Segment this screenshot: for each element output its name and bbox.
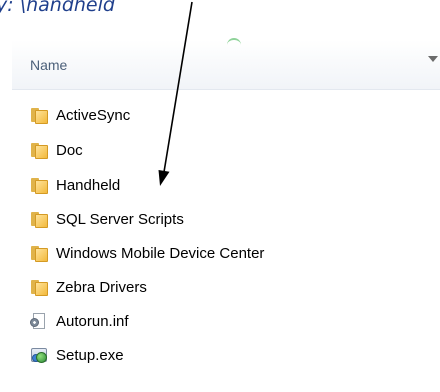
item-label: Doc [56,141,83,159]
list-item-zebra-drivers[interactable]: Zebra Drivers [30,274,430,300]
item-label: Windows Mobile Device Center [56,244,265,262]
item-label: Autorun.inf [56,312,129,330]
file-explorer-pane: Name ActiveSync Doc Handheld SQL Server … [12,38,440,392]
instruction-caption: y: \handheld [0,0,115,16]
folder-icon [30,177,48,194]
item-label: ActiveSync [56,106,131,124]
folder-icon [30,279,48,296]
sort-dropdown-icon[interactable] [428,56,438,62]
list-item-activesync[interactable]: ActiveSync [30,102,430,128]
header-divider-mark [227,38,241,46]
list-item-setup-exe[interactable]: Setup.exe [30,342,430,368]
folder-icon [30,142,48,159]
name-column-header[interactable]: Name [30,57,67,73]
list-item-handheld[interactable]: Handheld [30,172,430,198]
item-label: Handheld [56,176,121,194]
installer-icon [30,346,48,364]
item-label: SQL Server Scripts [56,210,184,228]
item-label: Setup.exe [56,346,124,364]
folder-icon [30,245,48,262]
list-item-sql-server-scripts[interactable]: SQL Server Scripts [30,206,430,232]
item-label: Zebra Drivers [56,278,147,296]
folder-icon [30,211,48,228]
list-item-autorun-inf[interactable]: Autorun.inf [30,308,430,334]
folder-icon [30,107,48,124]
settings-file-icon [30,312,48,330]
column-header[interactable]: Name [12,38,440,90]
list-item-doc[interactable]: Doc [30,137,430,163]
list-item-windows-mobile-device-center[interactable]: Windows Mobile Device Center [30,240,430,266]
